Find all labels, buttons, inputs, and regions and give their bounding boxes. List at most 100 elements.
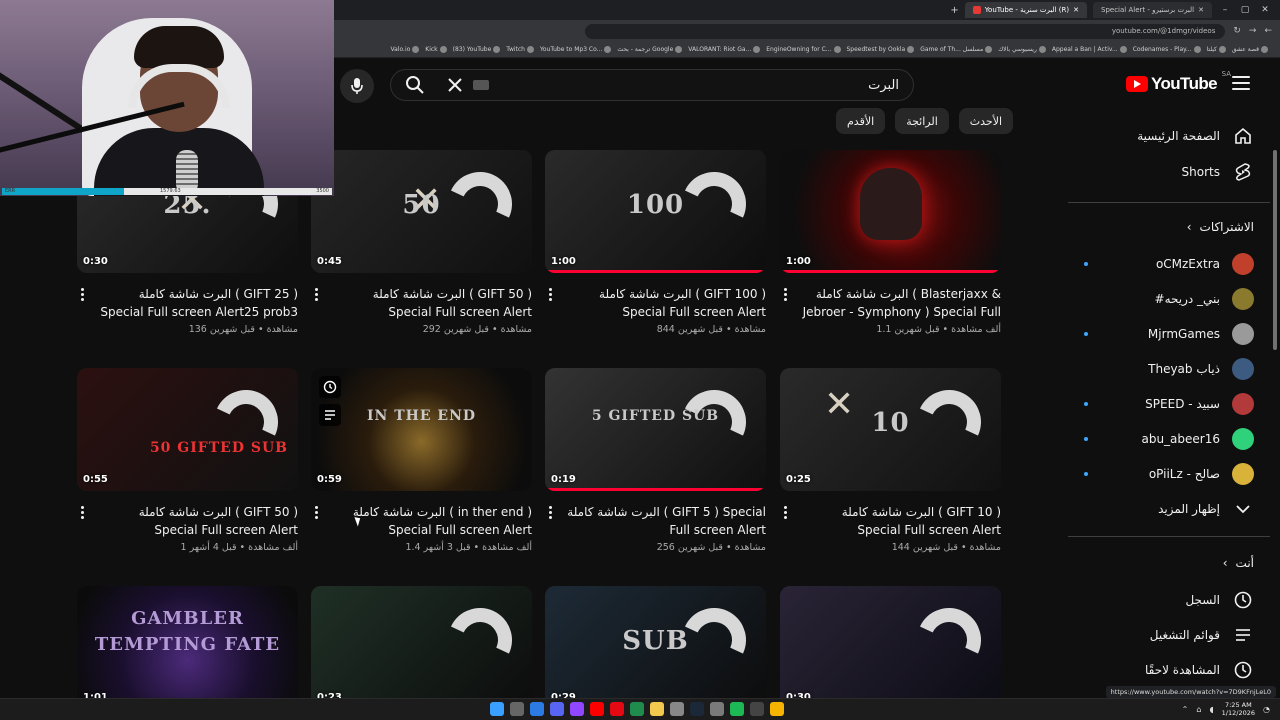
- taskbar-clock[interactable]: 7:25 AM 1/12/2026: [1222, 701, 1255, 717]
- bookmark-item[interactable]: قصة عشق: [1232, 46, 1268, 53]
- browser-tab-special-alert[interactable]: Special Alert - ‎البرت برستيرو‎ ✕: [1093, 2, 1212, 18]
- subscription-item[interactable]: Theyab ذياب: [1068, 351, 1254, 387]
- browser-tab-youtube[interactable]: YouTube - ‎البرت سنرية (R)‎ ✕: [964, 2, 1088, 18]
- more-options-icon[interactable]: [315, 288, 319, 301]
- add-to-queue-icon[interactable]: [319, 404, 341, 426]
- bookmark-item[interactable]: Twitch: [506, 46, 534, 53]
- video-thumbnail[interactable]: SUB0:29: [545, 586, 766, 709]
- steam-icon[interactable]: [690, 702, 704, 716]
- more-options-icon[interactable]: [549, 288, 553, 301]
- address-bar[interactable]: youtube.com/@1dmgr/videos: [585, 23, 1226, 39]
- youtube-logo[interactable]: YouTube SA: [1126, 70, 1231, 94]
- subscription-item[interactable]: oPiiLz - صالح: [1068, 456, 1254, 492]
- subscription-item[interactable]: SPEED - سبيد: [1068, 386, 1254, 422]
- reload-icon[interactable]: ↻: [1233, 26, 1241, 36]
- video-title[interactable]: البرت شاشة كاملة ( Blasterjaxx & Jebroer…: [780, 285, 1001, 321]
- video-card[interactable]: 0:30: [780, 586, 1001, 709]
- video-thumbnail[interactable]: GAMBLER TEMPTING FATE1:01: [77, 586, 298, 709]
- bookmark-item[interactable]: YouTube to Mp3 Co...: [540, 46, 612, 53]
- video-title[interactable]: البرت شاشة كاملة ( GIFT 100 ) Special Fu…: [545, 285, 766, 321]
- start-menu-icon[interactable]: [490, 702, 504, 716]
- video-card[interactable]: GAMBLER TEMPTING FATE1:01: [77, 586, 298, 709]
- more-options-icon[interactable]: [549, 506, 553, 519]
- show-more-button[interactable]: إظهار المزيد: [1068, 491, 1254, 527]
- video-title[interactable]: البرت شاشة كاملة ( in ther end ) Special…: [311, 503, 532, 539]
- video-card[interactable]: ✕ 50 0:45 البرت شاشة كاملة ( GIFT 50 ) Spec…: [311, 150, 532, 350]
- chip-oldest[interactable]: الأقدم: [836, 108, 886, 134]
- chip-latest[interactable]: الأحدث: [958, 108, 1014, 134]
- menu-icon[interactable]: [1232, 76, 1250, 90]
- video-card[interactable]: IN THE END 0:59 البرت شاشة كاملة ( in ther…: [311, 368, 532, 568]
- bookmark-item[interactable]: Speedtest by Ookla: [847, 46, 915, 53]
- video-title[interactable]: البرت شاشة كاملة ( GIFT 50 ) Special Ful…: [77, 503, 298, 539]
- sidebar-item-history[interactable]: السجل: [1068, 582, 1254, 618]
- bookmark-item[interactable]: Valo.io: [390, 46, 420, 53]
- voice-search-button[interactable]: [340, 69, 374, 103]
- video-card[interactable]: 100 1:00 البرت شاشة كاملة ( GIFT 100 ) Spe…: [545, 150, 766, 350]
- you-heading[interactable]: ‹ أنت: [1223, 556, 1254, 570]
- youtube-icon[interactable]: [590, 702, 604, 716]
- video-card[interactable]: 1:00 البرت شاشة كاملة ( Blasterjaxx & Jeb…: [780, 150, 1001, 350]
- video-thumbnail[interactable]: 5 GIFTED SUB 0:19: [545, 368, 766, 491]
- bookmark-item[interactable]: VALORANT: Riot Ga...: [688, 46, 761, 53]
- subscription-item[interactable]: abu_abeer16: [1068, 421, 1254, 457]
- discord-icon[interactable]: [550, 702, 564, 716]
- new-tab-button[interactable]: +: [950, 5, 958, 16]
- chevron-up-icon[interactable]: ⌃: [1182, 705, 1189, 714]
- subscriptions-heading[interactable]: ‹ الاشتراكات: [1187, 220, 1254, 234]
- back-icon[interactable]: ←: [1264, 26, 1272, 36]
- search-icon[interactable]: [405, 75, 425, 95]
- video-thumbnail[interactable]: IN THE END 0:59: [311, 368, 532, 491]
- bookmark-item[interactable]: Appeal a Ban | Activ...: [1052, 46, 1127, 53]
- video-title[interactable]: البرت شاشة كاملة ( GIFT 10 ) Special Ful…: [780, 503, 1001, 539]
- bookmark-item[interactable]: (83) YouTube: [453, 46, 501, 53]
- spotify-icon[interactable]: [730, 702, 744, 716]
- sidebar-item-watch-later[interactable]: المشاهدة لاحقًا: [1068, 652, 1254, 688]
- more-options-icon[interactable]: [81, 506, 85, 519]
- more-options-icon[interactable]: [784, 506, 788, 519]
- search-box[interactable]: البرت: [390, 69, 914, 101]
- close-window-icon[interactable]: ✕: [1258, 5, 1272, 15]
- volume-icon[interactable]: ◖: [1209, 705, 1213, 714]
- subscription-item[interactable]: oCMzExtra: [1068, 246, 1254, 282]
- app-icon[interactable]: [750, 702, 764, 716]
- sidebar-scrollbar[interactable]: [1273, 150, 1277, 350]
- forward-icon[interactable]: →: [1249, 26, 1257, 36]
- video-thumbnail[interactable]: 100 1:00: [545, 150, 766, 273]
- video-card[interactable]: 50 GIFTED SUB 0:55 البرت شاشة كاملة ( GIFT…: [77, 368, 298, 568]
- task-view-icon[interactable]: [510, 702, 524, 716]
- tab-close-icon[interactable]: ✕: [1073, 6, 1079, 14]
- subscription-item[interactable]: #بني_ دريحه: [1068, 281, 1254, 317]
- subscription-item[interactable]: MjrmGames: [1068, 316, 1254, 352]
- tab-close-icon[interactable]: ✕: [1198, 6, 1204, 14]
- maximize-window-icon[interactable]: ▢: [1238, 5, 1252, 15]
- app-icon[interactable]: [710, 702, 724, 716]
- video-thumbnail[interactable]: 0:23: [311, 586, 532, 709]
- folder-icon[interactable]: [650, 702, 664, 716]
- video-thumbnail[interactable]: 50 GIFTED SUB 0:55: [77, 368, 298, 491]
- notification-bell-icon[interactable]: ◔: [1263, 705, 1270, 714]
- video-thumbnail[interactable]: 0:30: [780, 586, 1001, 709]
- video-thumbnail[interactable]: ✕ 50 0:45: [311, 150, 532, 273]
- video-card[interactable]: ✕ 10 0:25 البرت شاشة كاملة ( GIFT 10 ) Spec…: [780, 368, 1001, 568]
- network-icon[interactable]: ⌂: [1196, 705, 1201, 714]
- video-card[interactable]: SUB0:29: [545, 586, 766, 709]
- bookmark-item[interactable]: Game of Th... مسلسل: [920, 46, 993, 53]
- github-icon[interactable]: [670, 702, 684, 716]
- bookmark-item[interactable]: ترجمة - بحث Google: [617, 46, 683, 53]
- twitch-icon[interactable]: [570, 702, 584, 716]
- more-options-icon[interactable]: [81, 288, 85, 301]
- more-options-icon[interactable]: [784, 288, 788, 301]
- bookmark-item[interactable]: Kick: [425, 46, 447, 53]
- sidebar-item-shorts[interactable]: Shorts: [1068, 154, 1254, 190]
- netflix-icon[interactable]: [610, 702, 624, 716]
- sidebar-item-home[interactable]: الصفحة الرئيسية: [1068, 118, 1254, 154]
- minimize-window-icon[interactable]: –: [1218, 5, 1232, 15]
- video-thumbnail[interactable]: ✕ 10 0:25: [780, 368, 1001, 491]
- search-input[interactable]: البرت: [489, 78, 899, 93]
- chip-popular[interactable]: الرائجة: [895, 108, 949, 134]
- bookmark-item[interactable]: ريسيوسي بالاك: [998, 46, 1046, 53]
- bookmark-item[interactable]: كيلتا: [1207, 46, 1226, 53]
- keyboard-icon[interactable]: [473, 80, 489, 90]
- video-card[interactable]: 0:23: [311, 586, 532, 709]
